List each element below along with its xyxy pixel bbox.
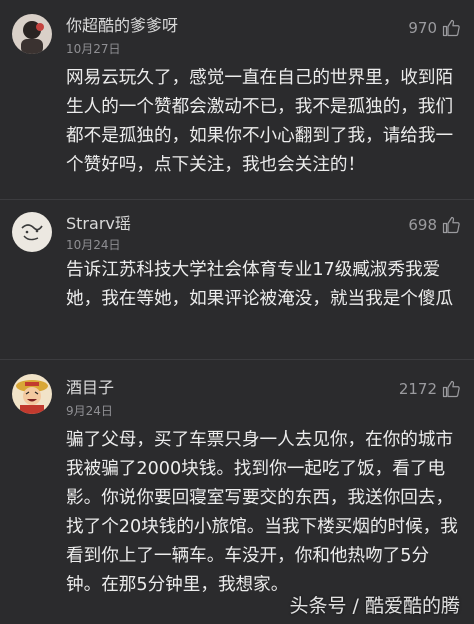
username[interactable]: 酒目子 bbox=[66, 374, 114, 398]
comment-text: 网易云玩久了，感觉一直在自己的世界里，收到陌生人的一个赞都会激动不已，我不是孤独… bbox=[66, 68, 454, 175]
username[interactable]: Strarv瑶 bbox=[66, 210, 131, 234]
like-count: 2172 bbox=[398, 380, 437, 398]
comment-date: 10月27日 bbox=[66, 42, 121, 56]
avatar[interactable] bbox=[12, 212, 52, 252]
thumbs-up-icon bbox=[442, 216, 460, 234]
comment-item: 酒目子 9月24日 2172 骗了父母，买了车票只身一人去见你，在你的城市我被骗… bbox=[0, 360, 474, 624]
comment-item: Strarv瑶 10月24日 698 告诉江苏科技大学社会体育专业17级臧淑秀我… bbox=[0, 200, 474, 360]
avatar[interactable] bbox=[12, 14, 52, 54]
thumbs-up-icon bbox=[442, 19, 460, 37]
comment-item: 你超酷的爹爹呀 10月27日 970 网易云玩久了，感觉一直在自己的世界里，收到… bbox=[0, 0, 474, 200]
like-count: 698 bbox=[408, 216, 437, 234]
like-button[interactable]: 698 bbox=[408, 216, 460, 234]
comment-date: 9月24日 bbox=[66, 404, 113, 418]
comment-date: 10月24日 bbox=[66, 238, 121, 252]
like-button[interactable]: 2172 bbox=[399, 380, 460, 398]
avatar[interactable] bbox=[12, 374, 52, 414]
comment-text: 骗了父母，买了车票只身一人去见你，在你的城市我被骗了2000块钱。找到你一起吃了… bbox=[66, 430, 458, 595]
like-button[interactable]: 970 bbox=[408, 19, 460, 37]
username[interactable]: 你超酷的爹爹呀 bbox=[66, 12, 178, 36]
comment-text: 告诉江苏科技大学社会体育专业17级臧淑秀我爱她，我在等她，如果评论被淹没，就当我… bbox=[66, 260, 454, 309]
thumbs-up-icon bbox=[442, 380, 460, 398]
watermark: 头条号 / 酷爱酷的腾 bbox=[289, 595, 460, 617]
like-count: 970 bbox=[408, 19, 437, 37]
